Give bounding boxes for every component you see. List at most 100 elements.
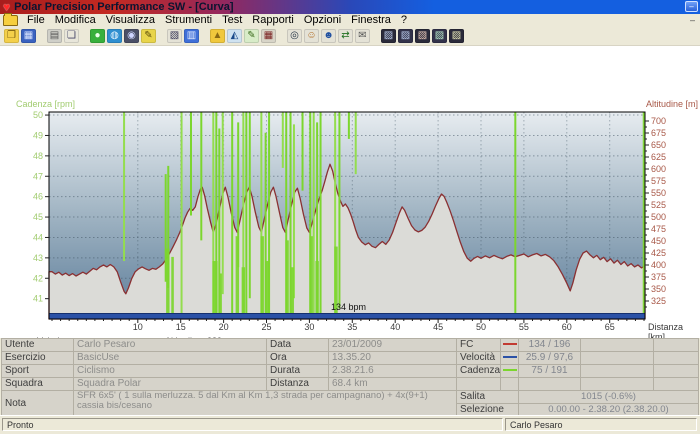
svg-text:600: 600 [651,164,666,174]
calendar-icon[interactable]: ▦ [261,29,276,43]
info-value-ora: 13.35.20 [329,352,457,365]
transfer-icon[interactable]: ⇄ [338,29,353,43]
curve-plot[interactable]: 5049484746454443424170067565062560057555… [0,46,700,366]
menu-bar: FileModificaVisualizzaStrumentiTestRappo… [0,14,700,27]
svg-text:25: 25 [261,322,271,332]
menu-item-test[interactable]: Test [217,14,247,26]
svg-text:50: 50 [33,110,43,120]
svg-text:425: 425 [651,248,666,258]
svg-text:40: 40 [390,322,400,332]
child-minimize-button[interactable]: – [690,14,695,26]
svg-text:550: 550 [651,188,666,198]
status-user: Carlo Pesaro [505,418,697,431]
regatta-icon[interactable]: ◭ [227,29,242,43]
svg-text:10: 10 [133,322,143,332]
svg-text:49: 49 [33,130,43,140]
altitude-view-icon[interactable]: ▲ [210,29,225,43]
svg-text:44: 44 [33,232,43,242]
svg-text:500: 500 [651,212,666,222]
svg-text:35: 35 [347,322,357,332]
exercise-report-2-icon[interactable]: ▨ [398,29,413,43]
info-label-squadra: Squadra [2,378,74,391]
svg-text:41: 41 [33,294,43,304]
svg-text:450: 450 [651,236,666,246]
left-axis-title: Cadenza [rpm] [16,99,75,109]
legend-dash-cadenza [501,365,519,378]
curve-view-icon[interactable]: ▧ [167,29,182,43]
mail-icon[interactable]: ✉ [355,29,370,43]
print-icon[interactable]: ▤ [47,29,62,43]
menu-item-file[interactable]: File [22,14,50,26]
svg-text:650: 650 [651,140,666,150]
minimize-button[interactable]: – [685,1,698,12]
binoculars-icon[interactable]: ◉ [124,29,139,43]
globe-icon[interactable]: ◍ [107,29,122,43]
legend-dash-fc [501,339,519,352]
legend-label-velocità: Velocità [457,352,501,365]
diary-icon[interactable]: ▥ [184,29,199,43]
svg-text:48: 48 [33,151,43,161]
empty-cell [581,352,654,365]
copy-icon[interactable]: ❏ [64,29,79,43]
info-label-utente: Utente [2,339,74,352]
empty-cell [654,352,699,365]
exercise-report-5-icon[interactable]: ▨ [449,29,464,43]
legend-dash-cadenza-swatch [503,369,517,371]
menu-item-[interactable]: ? [396,14,412,26]
svg-text:20: 20 [219,322,229,332]
menu-item-rapporti[interactable]: Rapporti [247,14,299,26]
empty-cell [581,365,654,378]
empty-cell [501,378,519,391]
svg-text:30: 30 [304,322,314,332]
open-file-icon[interactable]: ❐ [4,29,19,43]
empty-cell [654,339,699,352]
svg-text:65: 65 [605,322,615,332]
legend-dash-velocità [501,352,519,365]
save-icon[interactable]: ▦ [21,29,36,43]
legend-dash-fc-swatch [503,343,517,345]
toolbar: ❐▦▤❏●◍◉✎▧▥▲◭✎▦◎☺☻⇄✉▨▨▧▨▨ [0,27,700,46]
exercise-report-4-icon[interactable]: ▨ [432,29,447,43]
svg-text:400: 400 [651,260,666,270]
svg-text:525: 525 [651,200,666,210]
svg-text:375: 375 [651,272,666,282]
info-label-sport: Sport [2,365,74,378]
legend-value-cadenza: 75 / 191 [519,365,581,378]
menu-item-strumenti[interactable]: Strumenti [160,14,217,26]
empty-cell [519,378,581,391]
info-value-sport: Ciclismo [74,365,267,378]
right-axis-title: Altitudine [m] [646,99,698,109]
document-folder-icon [3,15,18,26]
info-value-esercizio: BasicUse [74,352,267,365]
person-info-icon[interactable]: ☻ [321,29,336,43]
edit-curve-icon[interactable]: ✎ [244,29,259,43]
info-label-distanza: Distanza [267,378,329,391]
exercise-report-3-icon[interactable]: ▧ [415,29,430,43]
info-value-data: 23/01/2009 [329,339,457,352]
zoom-icon[interactable]: ◎ [287,29,302,43]
info-label-data: Data [267,339,329,352]
x-axis-title-line1: Distanza [648,322,683,332]
info-value-durata: 2.38.21.6 [329,365,457,378]
empty-cell [457,378,501,391]
person-add-icon[interactable]: ☺ [304,29,319,43]
info-label-durata: Durata [267,365,329,378]
average-hr-label: 134 bpm [331,302,366,312]
svg-text:46: 46 [33,192,43,202]
record-exercise-icon[interactable]: ● [90,29,105,43]
svg-text:675: 675 [651,128,666,138]
svg-text:350: 350 [651,284,666,294]
exercise-report-1-icon[interactable]: ▨ [381,29,396,43]
menu-item-modifica[interactable]: Modifica [50,14,101,26]
svg-text:325: 325 [651,296,666,306]
menu-item-visualizza[interactable]: Visualizza [101,14,160,26]
window-title: Polar Precision Performance SW - [Curva] [14,1,233,13]
menu-item-opzioni[interactable]: Opzioni [299,14,346,26]
info-label-nota: Nota [2,391,74,417]
svg-text:475: 475 [651,224,666,234]
menu-item-finestra[interactable]: Finestra [346,14,396,26]
curve-view: 5049484746454443424170067565062560057555… [0,46,700,338]
edit-icon[interactable]: ✎ [141,29,156,43]
info-value-nota: SFR 6x5' ( 1 sulla merluzza. 5 dal Km al… [74,391,457,417]
svg-text:575: 575 [651,176,666,186]
